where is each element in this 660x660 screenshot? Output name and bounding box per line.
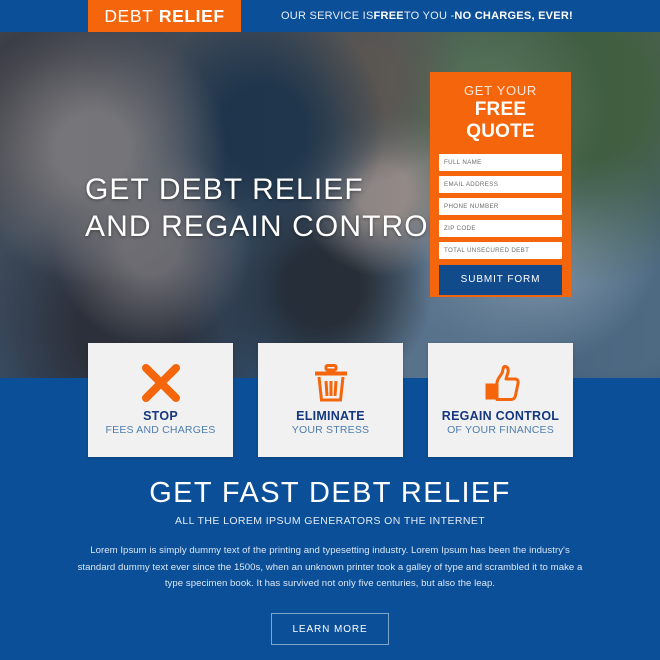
hero-headline-line-2: AND REGAIN CONTROL	[85, 209, 447, 243]
logo-word-debt: DEBT	[104, 5, 154, 26]
feature-card-stop-title: STOP	[143, 409, 178, 423]
feature-card-regain-title: REGAIN CONTROL	[441, 409, 560, 423]
tagline-bold-no-charges: NO CHARGES, EVER!	[454, 10, 573, 22]
quote-title-small: GET YOUR	[463, 83, 538, 98]
bottom-subtitle: ALL THE LOREM IPSUM GENERATORS ON THE IN…	[174, 514, 486, 527]
thumbs-up-icon	[480, 360, 522, 406]
trash-can-icon	[312, 360, 350, 406]
tagline-bold-free: FREE	[373, 10, 404, 22]
quote-title-large: FREE QUOTE	[466, 99, 535, 143]
bottom-title: GET FAST DEBT RELIEF	[149, 477, 511, 509]
email-address-input[interactable]	[439, 175, 562, 193]
logo-text: DEBT RELIEF	[104, 6, 224, 27]
feature-card-eliminate[interactable]: ELIMINATE YOUR STRESS	[258, 343, 403, 457]
feature-card-eliminate-subtitle: YOUR STRESS	[291, 424, 370, 436]
feature-card-eliminate-title: ELIMINATE	[296, 409, 365, 423]
cross-x-icon	[140, 360, 182, 406]
feature-card-stop[interactable]: STOP FEES AND CHARGES	[88, 343, 233, 457]
total-unsecured-debt-input[interactable]	[439, 241, 562, 259]
feature-card-stop-subtitle: FEES AND CHARGES	[105, 424, 216, 436]
hero-headline-line-1: GET DEBT RELIEF	[85, 173, 364, 206]
bottom-section: GET FAST DEBT RELIEF ALL THE LOREM IPSUM…	[0, 477, 660, 646]
free-quote-form-panel: GET YOUR FREE QUOTE SUBMIT FORM	[430, 72, 571, 297]
quote-form-fields	[439, 153, 562, 259]
submit-form-button[interactable]: SUBMIT FORM	[439, 264, 562, 295]
hero-headline: GET DEBT RELIEF AND REGAIN CONTROL	[85, 172, 447, 245]
feature-cards: STOP FEES AND CHARGES ELIMINATE YOUR STR…	[88, 343, 573, 457]
phone-number-input[interactable]	[439, 197, 562, 215]
top-header-bar: DEBT RELIEF OUR SERVICE IS FREE TO YOU -…	[0, 0, 660, 32]
zip-code-input[interactable]	[439, 219, 562, 237]
tagline-part-1: OUR SERVICE IS	[281, 10, 374, 22]
header-tagline: OUR SERVICE IS FREE TO YOU - NO CHARGES,…	[281, 0, 573, 32]
logo-word-relief: RELIEF	[158, 5, 225, 26]
landing-page: DEBT RELIEF OUR SERVICE IS FREE TO YOU -…	[0, 0, 660, 660]
logo-badge[interactable]: DEBT RELIEF	[88, 0, 241, 32]
feature-card-regain-control[interactable]: REGAIN CONTROL OF YOUR FINANCES	[428, 343, 573, 457]
bottom-body-text: Lorem Ipsum is simply dummy text of the …	[77, 544, 583, 590]
learn-more-button[interactable]: LEARN MORE	[271, 613, 389, 646]
tagline-part-2: TO YOU -	[403, 10, 455, 22]
feature-card-regain-subtitle: OF YOUR FINANCES	[447, 424, 554, 436]
full-name-input[interactable]	[439, 153, 562, 171]
